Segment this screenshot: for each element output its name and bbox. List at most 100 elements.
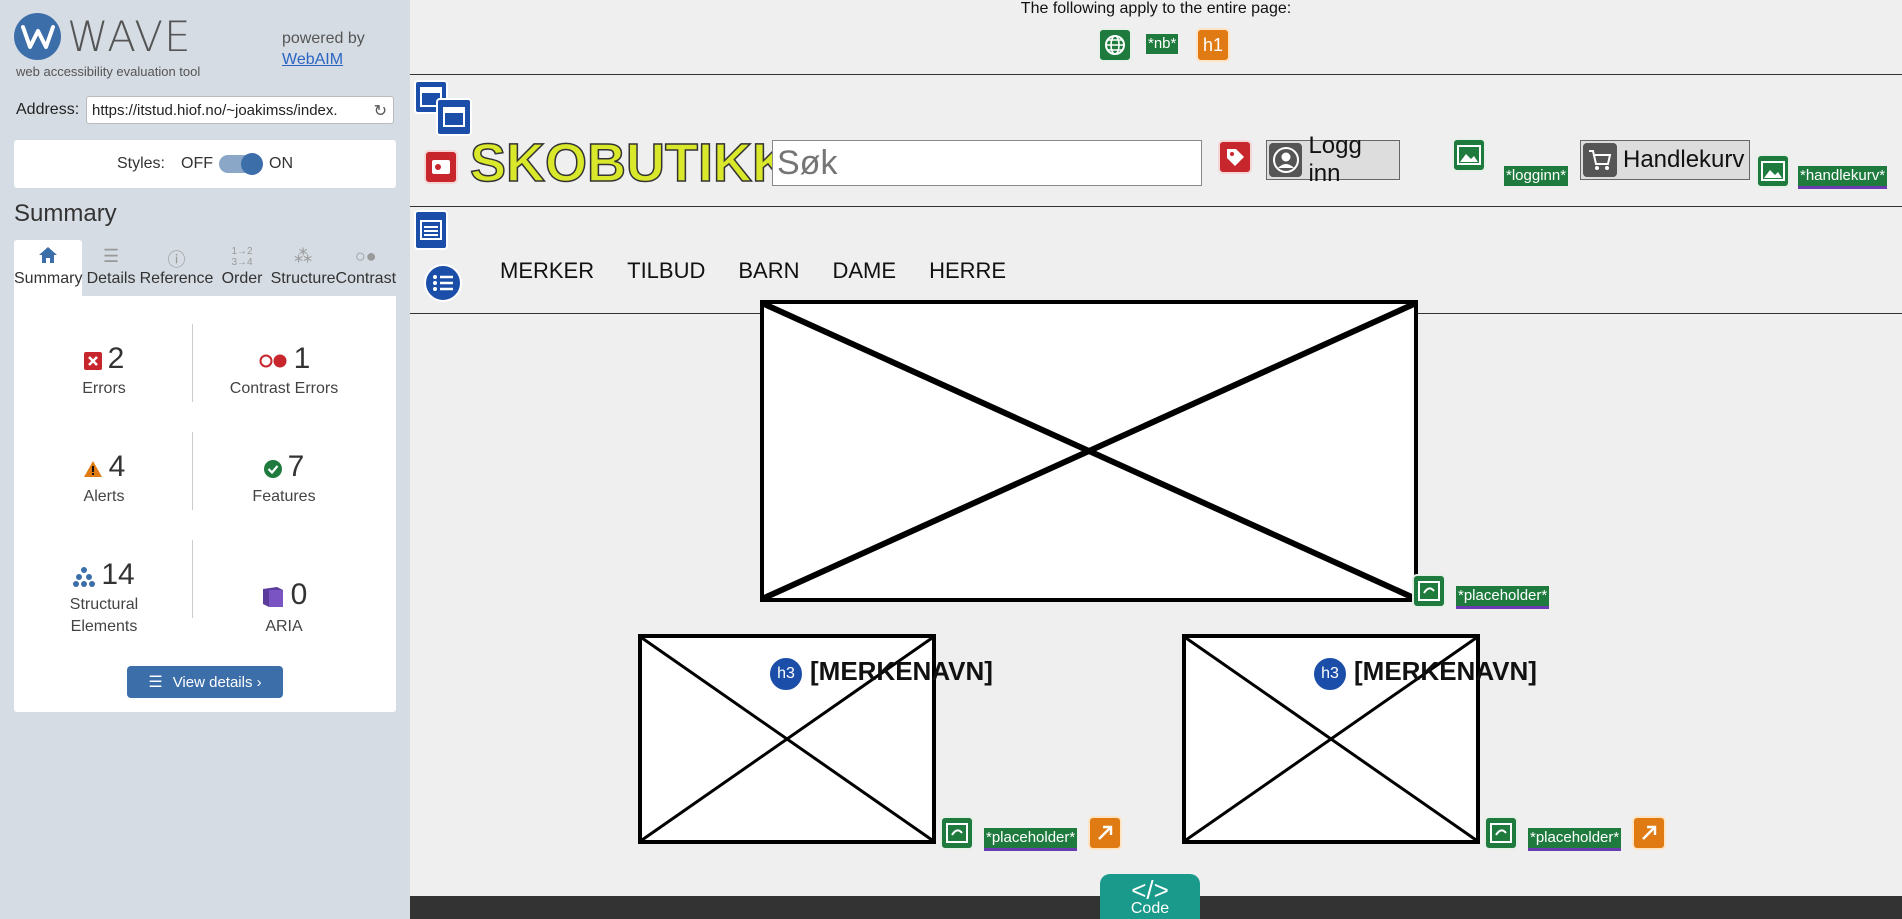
stat-aria[interactable]: 0 ARIA <box>194 578 374 638</box>
cart-label: Handlekurv <box>1623 146 1745 173</box>
language-icon[interactable] <box>1098 28 1132 62</box>
reload-icon[interactable]: ↻ <box>374 101 387 121</box>
info-icon: ⓘ <box>167 250 186 270</box>
hero-placeholder-image <box>760 300 1418 602</box>
nav-item-barn[interactable]: BARN <box>738 258 799 284</box>
linked-image-icon[interactable] <box>1484 816 1518 850</box>
features-count: 7 <box>287 450 305 483</box>
tab-label: Contrast <box>335 270 397 287</box>
nav-item-merker[interactable]: MERKER <box>500 258 594 284</box>
divider <box>192 432 193 510</box>
errors-label: Errors <box>82 380 126 397</box>
tab-label: Order <box>221 270 263 287</box>
h3-heading-icon[interactable]: h3 <box>768 656 804 692</box>
logginn-tag: *logginn* <box>1504 166 1569 186</box>
styles-label: Styles: <box>116 155 165 172</box>
header-bottom-divider <box>410 206 1902 207</box>
tab-label: Summary <box>14 270 83 287</box>
search-input[interactable] <box>772 140 1202 186</box>
list-structure-icon[interactable] <box>424 264 462 302</box>
error-icon <box>83 352 102 375</box>
alert-icon <box>83 460 103 483</box>
main-nav: MERKER TILBUD BARN DAME HERRE <box>500 258 1039 284</box>
tab-contrast[interactable]: ○● Contrast <box>336 240 396 296</box>
code-icon: </> <box>1131 875 1169 905</box>
placeholder-tag: *placeholder* <box>1456 586 1550 609</box>
page-wide-note: The following apply to the entire page: <box>1020 0 1292 17</box>
missing-label-error-icon[interactable] <box>1218 140 1252 174</box>
aria-icon <box>261 585 285 614</box>
login-label: Logg inn <box>1308 132 1362 187</box>
tab-reference[interactable]: ⓘ Reference <box>140 240 214 296</box>
region-banner-icon[interactable] <box>436 98 472 136</box>
user-icon <box>1269 143 1303 177</box>
linked-image-icon[interactable] <box>1412 574 1446 608</box>
webaim-link[interactable]: WebAIM <box>282 51 343 68</box>
alt-text-icon[interactable] <box>1452 138 1486 172</box>
stat-features[interactable]: 7 Features <box>194 450 374 508</box>
nav-item-herre[interactable]: HERRE <box>929 258 1006 284</box>
aria-label: ARIA <box>265 618 303 636</box>
address-value: https://itstud.hiof.no/~joakimss/index. <box>92 102 338 119</box>
tab-summary[interactable]: Summary <box>14 240 83 296</box>
wave-logo[interactable]: WAVE <box>14 12 192 61</box>
structural-label: Structural Elements <box>69 596 139 636</box>
stat-errors[interactable]: 2 Errors <box>14 342 194 400</box>
powered-by: powered by WebAIM <box>282 28 365 70</box>
aria-count: 0 <box>290 578 308 611</box>
powered-by-text: powered by <box>282 30 365 47</box>
stat-contrast-errors[interactable]: 1 Contrast Errors <box>194 342 374 400</box>
site-logo-text[interactable]: SKOBUTIKK <box>469 132 792 194</box>
wave-tabbar: Summary ☰ Details ⓘ Reference 1→2 3→4 Ord… <box>14 240 396 296</box>
wave-logo-text: WAVE <box>67 12 192 61</box>
alerts-count: 4 <box>108 450 126 483</box>
view-details-label: View details › <box>172 673 262 691</box>
cart-icon <box>1583 143 1617 177</box>
tab-order[interactable]: 1→2 3→4 Order <box>213 240 270 296</box>
h1-label: h1 <box>1202 34 1224 55</box>
alerts-label: Alerts <box>83 488 125 505</box>
stat-structural[interactable]: 14 Structural Elements <box>14 558 194 638</box>
evaluated-page: The following apply to the entire page: … <box>410 0 1902 919</box>
tab-structure[interactable]: ⁂ Structure <box>271 240 336 296</box>
summary-title: Summary <box>14 200 117 227</box>
divider <box>192 324 193 402</box>
h3-badge: h3 <box>777 665 795 682</box>
handlekurv-tag: *handlekurv* <box>1798 166 1888 189</box>
features-label: Features <box>252 488 316 505</box>
linked-image-icon[interactable] <box>940 816 974 850</box>
stat-alerts[interactable]: 4 Alerts <box>14 450 194 508</box>
home-icon <box>14 246 82 270</box>
placeholder-tag: *placeholder* <box>984 828 1078 851</box>
code-toggle-button[interactable]: </> Code <box>1100 874 1200 919</box>
view-details-button[interactable]: ☰ View details › <box>127 666 283 698</box>
login-button[interactable]: Logg inn <box>1266 132 1400 187</box>
h1-alert-icon[interactable]: h1 <box>1196 28 1230 62</box>
contrast-errors-count: 1 <box>293 342 311 375</box>
region-nav-icon[interactable] <box>414 210 448 250</box>
tab-label: Reference <box>139 270 214 287</box>
contrast-icon: ○● <box>354 246 377 266</box>
alt-text-icon[interactable] <box>1756 154 1790 188</box>
order-icon: 1→2 3→4 <box>231 246 253 268</box>
address-label: Address: <box>16 101 80 118</box>
contrast-error-icon <box>258 354 288 373</box>
nav-item-dame[interactable]: DAME <box>833 258 897 284</box>
cart-button[interactable]: Handlekurv <box>1580 140 1750 180</box>
styles-on-label: ON <box>269 155 293 172</box>
redundant-link-alert-icon[interactable] <box>1088 816 1122 850</box>
feature-icon <box>263 460 282 483</box>
structure-icon: ⁂ <box>294 246 313 266</box>
styles-toggle[interactable] <box>219 153 263 175</box>
wave-logo-icon <box>14 13 61 60</box>
wave-tagline: web accessibility evaluation tool <box>16 64 201 79</box>
h3-heading-icon[interactable]: h3 <box>1312 656 1348 692</box>
redundant-link-alert-icon[interactable] <box>1632 816 1666 850</box>
tab-details[interactable]: ☰ Details <box>82 240 139 296</box>
wave-sidebar: WAVE web accessibility evaluation tool p… <box>0 0 410 919</box>
h3-badge: h3 <box>1321 665 1339 682</box>
brand-heading: [MERKENAVN] <box>810 656 993 686</box>
nav-item-tilbud[interactable]: TILBUD <box>627 258 705 284</box>
broken-image-error-icon[interactable] <box>424 150 458 184</box>
address-input[interactable]: https://itstud.hiof.no/~joakimss/index. … <box>86 96 394 124</box>
